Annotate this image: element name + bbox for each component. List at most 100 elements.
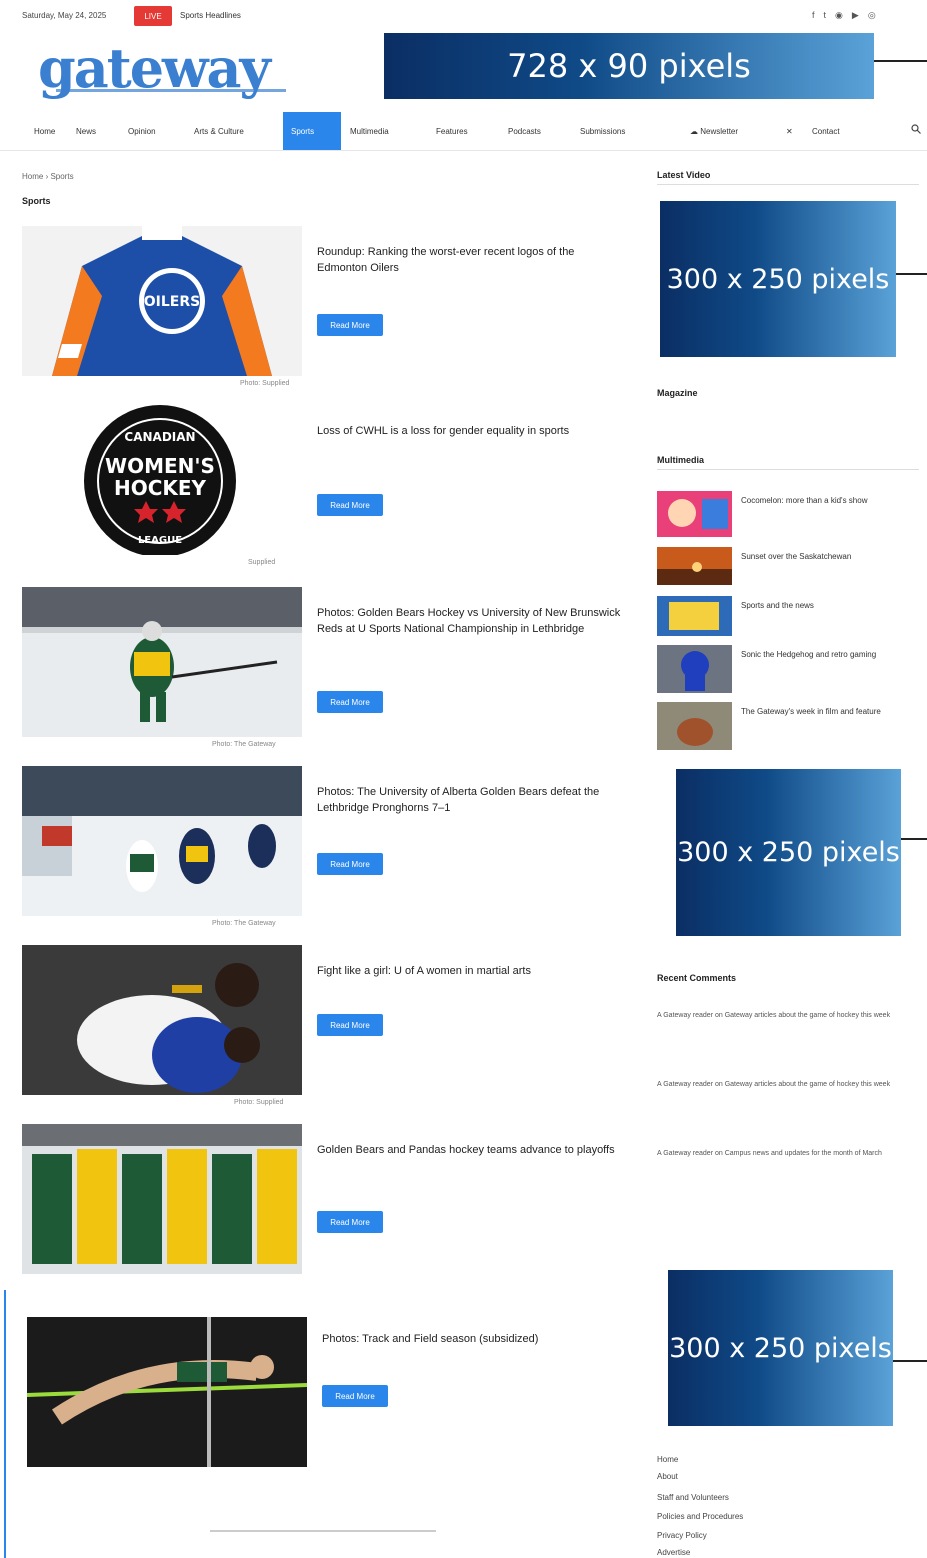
nav-podcasts[interactable]: Podcasts [508,112,541,150]
media-title: Sonic the Hedgehog and retro gaming [741,650,877,659]
top-bar: Saturday, May 24, 2025 LIVE Sports Headl… [0,0,927,32]
read-more-button[interactable]: Read More [317,853,383,875]
footer-link-policies[interactable]: Policies and Procedures [657,1512,743,1521]
scroll-indicator [4,1290,6,1558]
nav-multimedia[interactable]: Multimedia [350,112,389,150]
media-thumbnail [657,645,732,693]
post-item: CANADIAN WOMEN'S HOCKEY LEAGUE Supplied … [22,405,622,570]
main-nav: Home News Opinion Arts & Culture Sports … [0,112,927,151]
read-more-button[interactable]: Read More [317,691,383,713]
sidebar-ad-1[interactable]: 300 x 250 pixels [660,201,896,357]
sidebar-ad-3[interactable]: 300 x 250 pixels [668,1270,893,1426]
magazine-heading[interactable]: Magazine [657,388,919,402]
media-item[interactable]: The Gateway's week in film and feature [657,702,927,750]
page-title: Sports [22,196,51,206]
svg-text:HOCKEY: HOCKEY [114,476,207,500]
post-item: Photo: Supplied Fight like a girl: U of … [22,945,622,1106]
media-title: Cocomelon: more than a kid's show [741,496,868,505]
media-item[interactable]: Sports and the news [657,596,927,636]
footer-link-privacy[interactable]: Privacy Policy [657,1531,707,1540]
weather-icon: ☁ [690,126,701,136]
nav-arts-culture[interactable]: Arts & Culture [194,112,244,150]
pagination-divider [210,1530,436,1532]
facebook-icon[interactable]: f [812,10,815,21]
post-title[interactable]: Photos: The University of Alberta Golden… [317,784,622,816]
post-thumbnail-martial-arts[interactable] [22,945,302,1095]
recent-comments-heading: Recent Comments [657,973,737,983]
nav-home[interactable]: Home [34,112,55,150]
sidebar-ad-label: 300 x 250 pixels [666,263,890,295]
read-more-button[interactable]: Read More [317,494,383,516]
ad-pointer-line [896,273,927,275]
post-caption: Photo: Supplied [240,380,290,387]
breadcrumb[interactable]: Home › Sports [22,172,74,181]
close-icon[interactable]: ✕ [786,112,793,150]
post-caption: Supplied [248,559,276,566]
header-ad-banner[interactable]: 728 x 90 pixels [384,33,874,99]
post-title[interactable]: Fight like a girl: U of A women in marti… [317,963,622,979]
media-thumbnail [657,596,732,636]
post-thumbnail-oilers-jersey[interactable]: OILERS [22,226,302,376]
rss-icon[interactable]: ◎ [868,10,876,21]
search-icon[interactable] [911,124,921,134]
post-title[interactable]: Golden Bears and Pandas hockey teams adv… [317,1142,622,1158]
read-more-button[interactable]: Read More [317,1211,383,1233]
post-item: Photos: Track and Field season (subsidiz… [27,1317,627,1477]
youtube-icon[interactable]: ▶ [852,10,859,21]
footer-link-staff[interactable]: Staff and Volunteers [657,1493,729,1502]
live-badge[interactable]: LIVE [134,6,172,26]
post-caption: Photo: Supplied [234,1099,284,1106]
svg-text:LEAGUE: LEAGUE [138,535,182,546]
svg-text:CANADIAN: CANADIAN [124,430,195,444]
footer-link-advertise[interactable]: Advertise [657,1548,690,1557]
post-title[interactable]: Photos: Track and Field season (subsidiz… [322,1331,627,1347]
media-thumbnail [657,547,732,585]
ad-pointer-line [874,60,927,62]
twitter-icon[interactable]: t [824,10,827,21]
logo-tagline-graphic [56,89,286,92]
sidebar-ad-label: 300 x 250 pixels [669,1332,892,1364]
footer-link-about[interactable]: About [657,1472,678,1481]
nav-news[interactable]: News [76,112,96,150]
media-title: The Gateway's week in film and feature [741,707,881,716]
media-item[interactable]: Sonic the Hedgehog and retro gaming [657,645,927,693]
ad-pointer-line [893,1360,927,1362]
post-thumbnail-hockey-player[interactable] [22,587,302,737]
post-thumbnail-high-jump[interactable] [27,1317,307,1467]
site-logo[interactable]: gateway [38,40,298,102]
media-item[interactable]: Sunset over the Saskatchewan [657,547,927,585]
multimedia-heading: Multimedia [657,455,919,470]
sidebar-ad-2[interactable]: 300 x 250 pixels [676,769,901,936]
post-thumbnail-cwhl-logo[interactable]: CANADIAN WOMEN'S HOCKEY LEAGUE [22,405,302,555]
post-thumbnail-hockey-game[interactable] [22,766,302,916]
post-title[interactable]: Roundup: Ranking the worst-ever recent l… [317,244,622,276]
nav-sports[interactable]: Sports [283,112,341,150]
nav-features[interactable]: Features [436,112,468,150]
post-title[interactable]: Photos: Golden Bears Hockey vs Universit… [317,605,622,637]
nav-newsletter-label: Newsletter [700,126,739,136]
social-links: f t ◉ ▶ ◎ [812,10,876,21]
svg-text:OILERS: OILERS [144,294,200,310]
post-title[interactable]: Loss of CWHL is a loss for gender equali… [317,423,622,439]
media-title: Sports and the news [741,601,814,610]
current-date: Saturday, May 24, 2025 [22,11,107,20]
read-more-button[interactable]: Read More [322,1385,388,1407]
media-item[interactable]: Cocomelon: more than a kid's show [657,491,927,537]
comment-item[interactable]: A Gateway reader on Gateway articles abo… [657,1010,927,1022]
nav-opinion[interactable]: Opinion [128,112,156,150]
post-thumbnail-team-celebration[interactable] [22,1124,302,1274]
latest-video-heading: Latest Video [657,170,919,185]
nav-contact[interactable]: Contact [812,112,840,150]
comment-item[interactable]: A Gateway reader on Campus news and upda… [657,1148,927,1160]
nav-newsletter[interactable]: ☁ Newsletter [690,112,738,150]
read-more-button[interactable]: Read More [317,1014,383,1036]
post-caption: Photo: The Gateway [212,741,276,748]
footer-link-home[interactable]: Home [657,1455,678,1464]
post-item: Photo: The Gateway Photos: The Universit… [22,766,622,927]
read-more-button[interactable]: Read More [317,314,383,336]
comment-item[interactable]: A Gateway reader on Gateway articles abo… [657,1079,927,1091]
headline-ticker[interactable]: Sports Headlines [180,11,241,20]
instagram-icon[interactable]: ◉ [835,10,843,21]
nav-submissions[interactable]: Submissions [580,112,625,150]
svg-text:WOMEN'S: WOMEN'S [105,454,215,478]
